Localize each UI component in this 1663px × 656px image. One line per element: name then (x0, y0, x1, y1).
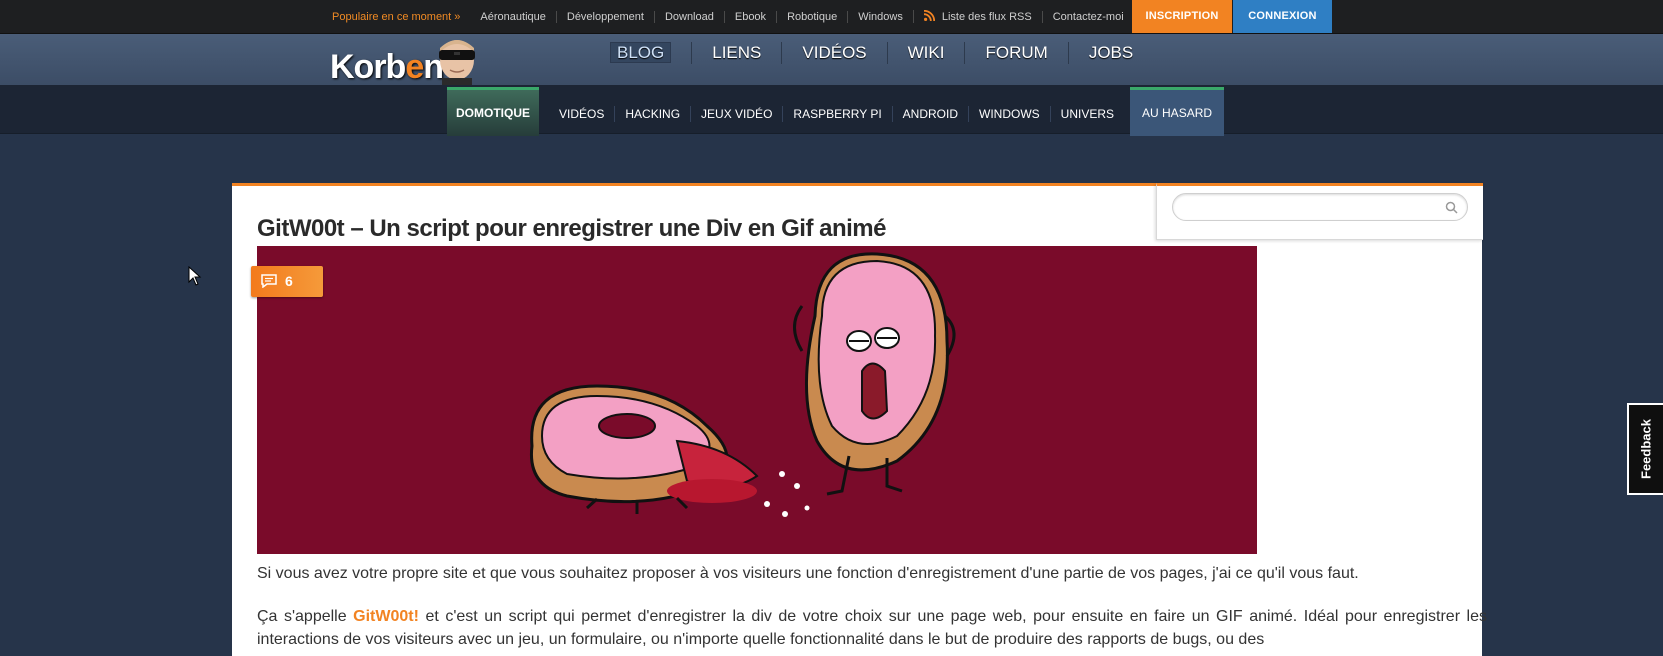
nav-videos[interactable]: VIDÉOS (781, 42, 886, 64)
popular-label: Populaire en ce moment » (332, 10, 461, 23)
category-bar: DOMOTIQUE VIDÉOS HACKING JEUX VIDÉO RASP… (0, 85, 1663, 136)
rss-icon (923, 10, 935, 21)
popular-links: Populaire en ce moment » Aéronautique Dé… (332, 0, 1134, 33)
search-icon[interactable] (1445, 201, 1458, 214)
top-utility-bar: Populaire en ce moment » Aéronautique Dé… (0, 0, 1663, 34)
nav-wiki[interactable]: WIKI (886, 42, 965, 64)
mouse-cursor-icon (188, 266, 202, 286)
nav-blog[interactable]: BLOG (590, 42, 691, 64)
category-domotique[interactable]: DOMOTIQUE (447, 87, 539, 136)
comment-count-badge[interactable]: 6 (251, 266, 323, 297)
inscription-button[interactable]: INSCRIPTION (1132, 0, 1232, 33)
gitw00t-link[interactable]: GitW00t! (353, 608, 419, 625)
category-android[interactable]: ANDROID (891, 105, 968, 122)
popular-link-robotique[interactable]: Robotique (776, 10, 847, 23)
popular-link-windows[interactable]: Windows (847, 10, 913, 23)
popular-link-download[interactable]: Download (653, 10, 724, 23)
category-hacking[interactable]: HACKING (614, 105, 690, 122)
category-raspberry-pi[interactable]: RASPBERRY PI (782, 105, 891, 122)
nav-forum[interactable]: FORUM (964, 42, 1067, 64)
rss-link[interactable]: Liste des flux RSS (912, 10, 1042, 23)
comment-icon (261, 274, 277, 288)
logo-mascot-icon (439, 40, 475, 85)
category-videos[interactable]: VIDÉOS (539, 106, 614, 122)
article-paragraph-1: Si vous avez votre propre site et que vo… (257, 565, 1359, 582)
category-jeux-video[interactable]: JEUX VIDÉO (690, 105, 782, 122)
rss-label: Liste des flux RSS (941, 11, 1032, 23)
site-logo[interactable]: Korben (330, 34, 480, 86)
category-windows[interactable]: WINDOWS (968, 105, 1050, 122)
article-title[interactable]: GitW00t – Un script pour enregistrer une… (257, 215, 886, 243)
donut-illustration (529, 252, 956, 517)
article-hero-image (257, 246, 1257, 554)
search-box (1156, 183, 1483, 240)
category-au-hasard[interactable]: AU HASARD (1130, 87, 1225, 136)
nav-liens[interactable]: LIENS (691, 42, 781, 64)
site-header: Korben BLOG LIENS VIDÉOS WIKI FORUM JOBS (0, 34, 1663, 86)
popular-link-aeronautique[interactable]: Aéronautique (470, 11, 555, 23)
contact-link[interactable]: Contactez-moi (1041, 10, 1134, 23)
popular-link-ebook[interactable]: Ebook (723, 10, 776, 23)
category-univers[interactable]: UNIVERS (1049, 105, 1124, 122)
nav-jobs[interactable]: JOBS (1067, 42, 1153, 64)
main-nav: BLOG LIENS VIDÉOS WIKI FORUM JOBS (590, 38, 1153, 68)
category-nav: DOMOTIQUE VIDÉOS HACKING JEUX VIDÉO RASP… (447, 87, 1225, 136)
article-paragraph-2: Ça s'appelle GitW00t! et c'est un script… (257, 608, 1487, 648)
feedback-tab[interactable]: Feedback (1627, 403, 1663, 495)
search-input[interactable] (1172, 193, 1468, 221)
feedback-label: Feedback (1638, 419, 1654, 479)
logo-text: Korben (330, 48, 444, 86)
comment-count: 6 (285, 273, 293, 289)
connexion-button[interactable]: CONNEXION (1233, 0, 1332, 33)
popular-link-developpement[interactable]: Développement (555, 10, 654, 23)
